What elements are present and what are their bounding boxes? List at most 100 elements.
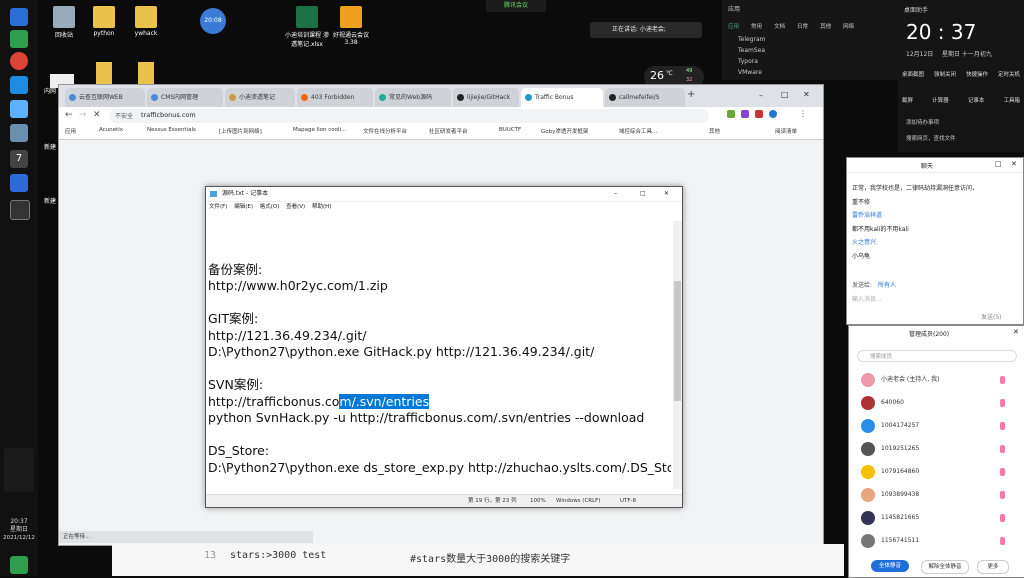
app-blue-icon[interactable] xyxy=(10,174,28,192)
browser-tab[interactable]: lijiejie/GitHack xyxy=(453,88,519,107)
app-icon[interactable] xyxy=(10,30,28,48)
minimize-icon[interactable]: □ xyxy=(995,160,1002,168)
windows-start-icon[interactable] xyxy=(10,8,28,26)
taskbar-clock-time[interactable]: 20:37 xyxy=(2,518,36,526)
explorer-icon[interactable] xyxy=(10,124,28,142)
launcher-tab[interactable]: 应用 xyxy=(728,22,739,30)
menu-edit[interactable]: 编辑(E) xyxy=(234,204,253,210)
member-row[interactable]: 640060 xyxy=(857,393,1017,413)
desktop-icon-ywhack[interactable]: ywhack xyxy=(126,6,166,37)
close-icon[interactable]: ✕ xyxy=(1013,328,1019,336)
quick-action[interactable]: 记事本 xyxy=(968,96,985,104)
maximize-icon[interactable]: □ xyxy=(781,90,789,99)
quick-action[interactable]: 计算器 xyxy=(932,96,949,104)
bookmark-item[interactable]: BUUCTF xyxy=(499,127,521,133)
mic-muted-icon[interactable] xyxy=(1000,376,1005,384)
quick-action[interactable]: 桌面截图 xyxy=(902,70,924,78)
bookmark-item[interactable]: 域控综合工具... xyxy=(619,127,657,135)
launcher-tab[interactable]: 文档 xyxy=(774,22,785,30)
bookmark-item[interactable]: Mapage lion cooli... xyxy=(293,127,346,133)
notepad-titlebar[interactable]: 源码.txt - 记事本 – □ ✕ xyxy=(206,187,682,202)
bookmark-item[interactable]: 应用 xyxy=(65,127,76,135)
new-tab-button[interactable]: + xyxy=(687,89,695,100)
quick-action[interactable]: 截屏 xyxy=(902,96,913,104)
launcher-tab[interactable]: 常用 xyxy=(751,22,762,30)
unmute-all-button[interactable]: 解除全体静音 xyxy=(921,560,969,574)
chat-input[interactable]: 输入消息... xyxy=(852,294,882,303)
menu-format[interactable]: 格式(O) xyxy=(260,204,280,210)
code-line[interactable]: stars:>3000 test xyxy=(230,550,326,561)
mic-muted-icon[interactable] xyxy=(1000,468,1005,476)
minimize-icon[interactable]: – xyxy=(614,187,617,201)
bookmark-item[interactable]: Nessus Essentials xyxy=(147,127,196,133)
close-icon[interactable]: ✕ xyxy=(1011,160,1017,168)
bookmark-item[interactable]: Goby渗透开发框架 xyxy=(541,127,588,135)
browser-tab[interactable]: 小迪渗透笔记 xyxy=(225,88,295,107)
launcher-item[interactable]: Telegram xyxy=(738,36,766,43)
mic-muted-icon[interactable] xyxy=(1000,445,1005,453)
launcher-tab[interactable]: 其他 xyxy=(820,22,831,30)
forward-icon[interactable]: → xyxy=(79,110,87,120)
minimize-icon[interactable]: – xyxy=(759,91,763,100)
member-row[interactable]: 1145821665 xyxy=(857,508,1017,528)
member-row[interactable]: 1019251265 xyxy=(857,439,1017,459)
member-row[interactable]: 1079164860 xyxy=(857,462,1017,482)
vertical-scrollbar[interactable] xyxy=(673,221,682,489)
folder-icon[interactable] xyxy=(138,62,154,84)
extension-icon[interactable] xyxy=(741,110,749,118)
notepad-text-area[interactable]: 备份案例: http://www.h0r2yc.com/1.zip GIT案例: h… xyxy=(208,245,671,483)
quick-action[interactable]: 定时关机 xyxy=(998,70,1020,78)
browser-tab[interactable]: 常见的Web源码 xyxy=(375,88,451,107)
meeting-bar[interactable]: 腾讯会议 xyxy=(486,0,546,12)
extension-icon[interactable] xyxy=(755,110,763,118)
bookmark-item[interactable]: Acunetix xyxy=(99,127,123,133)
menu-view[interactable]: 查看(V) xyxy=(286,204,305,210)
mic-muted-icon[interactable] xyxy=(1000,399,1005,407)
launcher-item[interactable]: Typora xyxy=(738,58,758,65)
folder-icon[interactable] xyxy=(96,62,112,84)
send-button[interactable]: 发送(S) xyxy=(981,312,1002,321)
desktop-icon-recycle-bin[interactable]: 回收站 xyxy=(44,6,84,39)
seven-zip-icon[interactable]: 7 xyxy=(10,150,28,168)
close-icon[interactable]: ✕ xyxy=(803,90,810,99)
edge-icon[interactable] xyxy=(10,76,28,94)
bookmark-item[interactable]: 其他 xyxy=(709,127,720,135)
browser-tab[interactable]: 云查互联网WEB xyxy=(65,88,145,107)
desktop-icon-python[interactable]: python xyxy=(84,6,124,37)
chrome-icon[interactable] xyxy=(10,52,28,70)
launcher-tab[interactable]: 日常 xyxy=(797,22,808,30)
close-icon[interactable]: ✕ xyxy=(664,187,669,201)
folder-icon[interactable] xyxy=(10,100,28,118)
clock-widget[interactable]: 20:08 xyxy=(200,8,226,34)
extension-icon[interactable] xyxy=(727,110,735,118)
mic-muted-icon[interactable] xyxy=(1000,422,1005,430)
launcher-item[interactable]: VMware xyxy=(738,69,762,76)
back-icon[interactable]: ← xyxy=(65,110,73,120)
desktop-icon-xlsx[interactable]: 小迪培训课程 渗透笔记.xlsx xyxy=(284,6,330,48)
bookmark-item[interactable]: 社区研发者平台 xyxy=(429,127,468,135)
browser-tab-active[interactable]: Traffic Bonus xyxy=(521,88,603,107)
tray-icons[interactable] xyxy=(4,448,34,492)
send-to-select[interactable]: 所有人 xyxy=(878,282,896,289)
profile-avatar[interactable] xyxy=(769,110,777,118)
browser-tab[interactable]: CMS内网管理 xyxy=(147,88,223,107)
mic-muted-icon[interactable] xyxy=(1000,514,1005,522)
maximize-icon[interactable]: □ xyxy=(640,187,646,201)
mic-muted-icon[interactable] xyxy=(1000,491,1005,499)
bookmark-item[interactable]: [上传图片到网络] xyxy=(219,127,262,135)
member-row[interactable]: 1093899438 xyxy=(857,485,1017,505)
launcher-tab[interactable]: 网络 xyxy=(843,22,854,30)
terminal-icon[interactable] xyxy=(10,200,30,220)
reading-list[interactable]: 阅读清单 xyxy=(775,127,797,135)
selected-text[interactable]: m/.svn/entries xyxy=(339,393,430,409)
bookmark-item[interactable]: 文件在线分析平台 xyxy=(363,127,407,135)
menu-kebab-icon[interactable]: ⋮ xyxy=(799,109,807,118)
quick-action[interactable]: 强制关闭 xyxy=(934,70,956,78)
member-row[interactable]: 小迪老会 (主持人, 我) xyxy=(857,370,1017,390)
launcher-item[interactable]: TeamSea xyxy=(738,47,765,54)
scrollbar-thumb[interactable] xyxy=(674,281,681,401)
browser-tab[interactable]: callmefeifei/S xyxy=(605,88,685,107)
quick-action[interactable]: 快捷操作 xyxy=(966,70,988,78)
mute-all-button[interactable]: 全体静音 xyxy=(871,560,909,572)
member-row[interactable]: 1156741511 xyxy=(857,531,1017,551)
